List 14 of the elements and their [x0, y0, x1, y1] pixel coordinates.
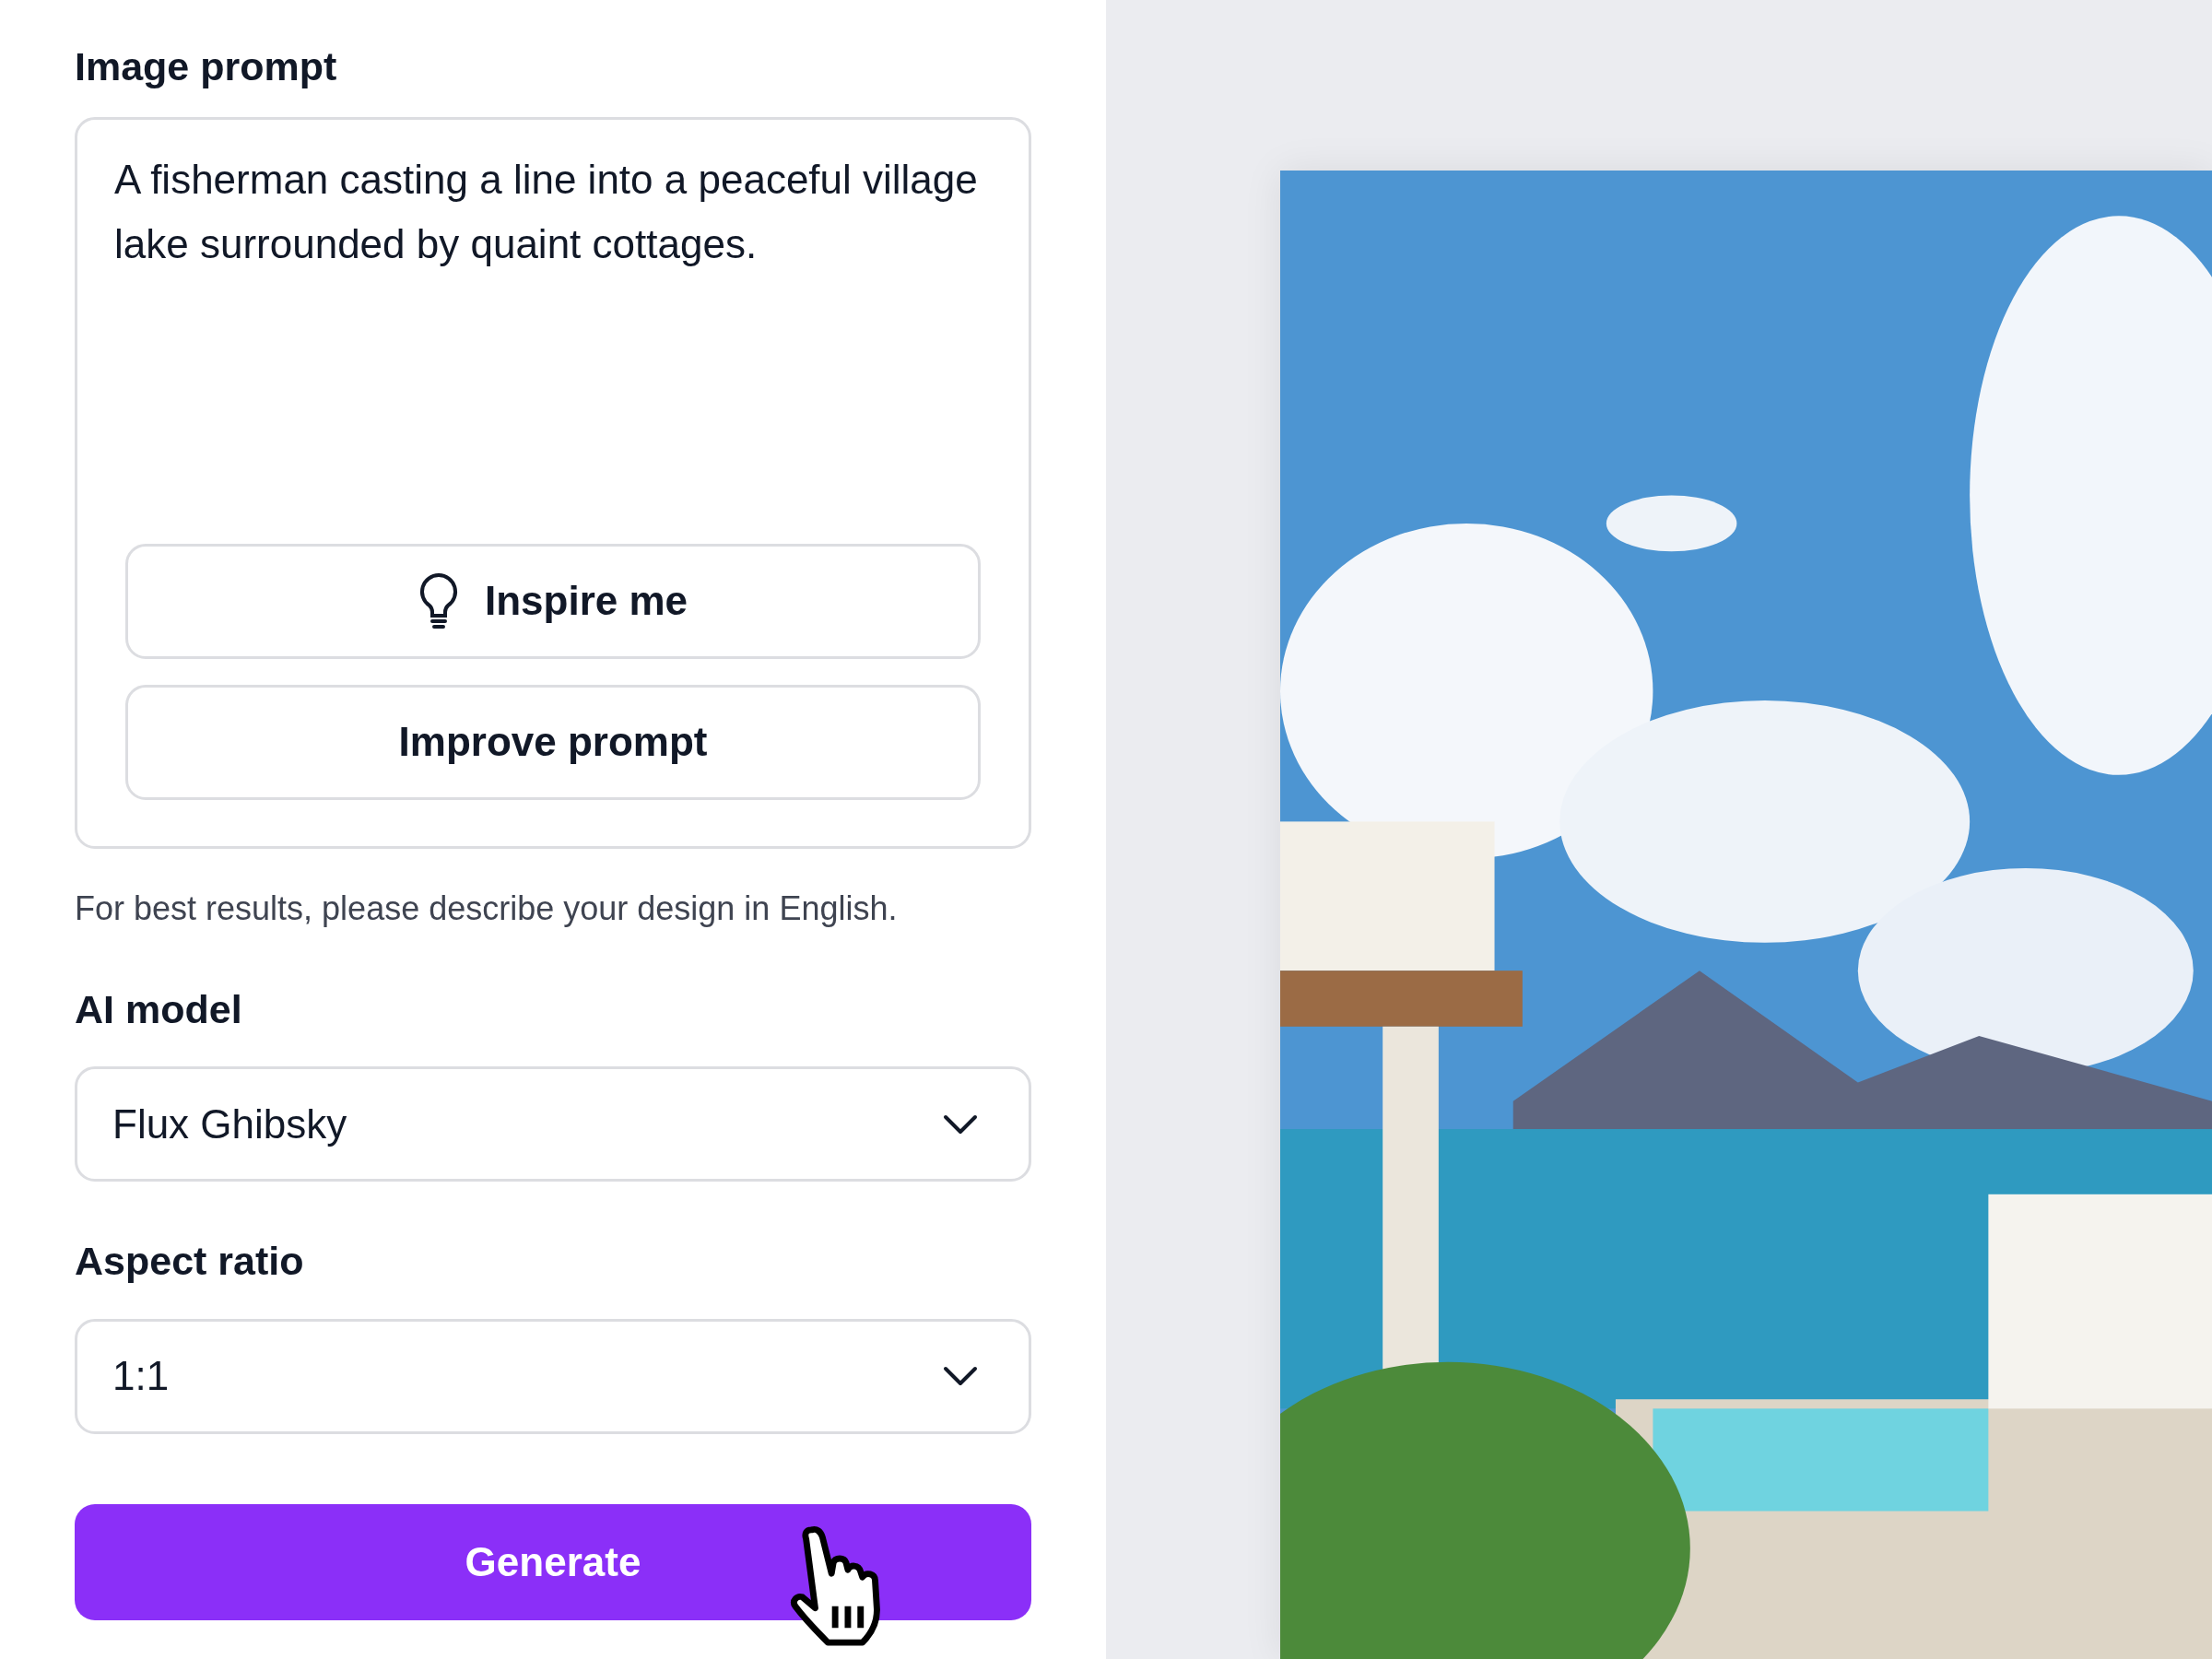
field-label: Image prompt: [75, 43, 338, 90]
field-label: Aspect ratio: [75, 1238, 305, 1285]
improve-prompt-button[interactable]: Improve prompt: [125, 684, 981, 800]
dropdown-select[interactable]: Flux Ghibsky: [75, 1066, 1031, 1182]
field-label: AI model: [75, 985, 243, 1033]
generate-button[interactable]: Generate: [75, 1503, 1031, 1620]
inspire-button[interactable]: Inspire me: [125, 543, 981, 659]
chevron-down-icon: [942, 1112, 979, 1135]
hint-text: For best results, please describe your design in English.: [75, 888, 899, 929]
dropdown-select[interactable]: 1:1: [75, 1318, 1031, 1434]
lightbulb-icon: [418, 571, 459, 630]
prompt-textarea[interactable]: A fisherman casting a line into a peaceful village lake surrounded by quaint cottages. Inspire me Improve prompt: [75, 116, 1031, 849]
chevron-down-icon: [942, 1365, 979, 1387]
prompt-text: A fisherman casting a line into a peaceful village lake surrounded by quaint cottages.: [114, 155, 979, 268]
